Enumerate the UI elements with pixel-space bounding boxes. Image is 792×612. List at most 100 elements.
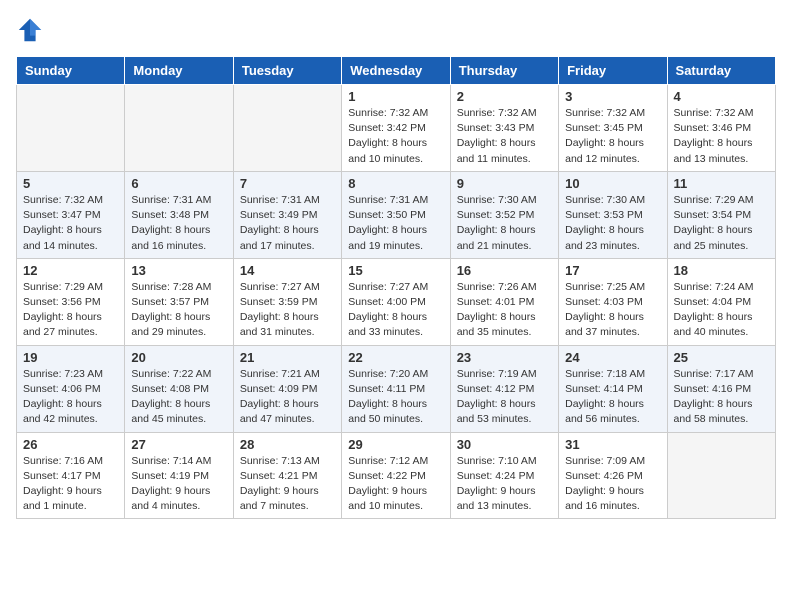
day-info: Sunrise: 7:28 AM Sunset: 3:57 PM Dayligh…: [131, 280, 226, 341]
day-number: 12: [23, 263, 118, 278]
calendar-day-cell: 1 Sunrise: 7:32 AM Sunset: 3:42 PM Daylig…: [342, 85, 450, 172]
day-number: 13: [131, 263, 226, 278]
calendar-day-cell: 6 Sunrise: 7:31 AM Sunset: 3:48 PM Daylig…: [125, 171, 233, 258]
calendar-empty-cell: [17, 85, 125, 172]
day-info: Sunrise: 7:32 AM Sunset: 3:46 PM Dayligh…: [674, 106, 769, 167]
calendar-day-cell: 14 Sunrise: 7:27 AM Sunset: 3:59 PM Dayli…: [233, 258, 341, 345]
calendar-day-cell: 11Sunrise: 7:29 AM Sunset: 3:54 PM Dayli…: [667, 171, 775, 258]
day-number: 2: [457, 89, 552, 104]
day-info: Sunrise: 7:26 AM Sunset: 4:01 PM Dayligh…: [457, 280, 552, 341]
weekday-header-tuesday: Tuesday: [233, 57, 341, 85]
calendar-day-cell: 18 Sunrise: 7:24 AM Sunset: 4:04 PM Dayli…: [667, 258, 775, 345]
day-info: Sunrise: 7:31 AM Sunset: 3:49 PM Dayligh…: [240, 193, 335, 254]
calendar-day-cell: 12Sunrise: 7:29 AM Sunset: 3:56 PM Dayli…: [17, 258, 125, 345]
day-info: Sunrise: 7:31 AM Sunset: 3:50 PM Dayligh…: [348, 193, 443, 254]
day-number: 9: [457, 176, 552, 191]
calendar-day-cell: 4 Sunrise: 7:32 AM Sunset: 3:46 PM Daylig…: [667, 85, 775, 172]
calendar-day-cell: 30Sunrise: 7:10 AM Sunset: 4:24 PM Dayli…: [450, 432, 558, 519]
day-info: Sunrise: 7:12 AM Sunset: 4:22 PM Dayligh…: [348, 454, 443, 515]
day-number: 4: [674, 89, 769, 104]
day-info: Sunrise: 7:09 AM Sunset: 4:26 PM Dayligh…: [565, 454, 660, 515]
day-number: 21: [240, 350, 335, 365]
day-info: Sunrise: 7:31 AM Sunset: 3:48 PM Dayligh…: [131, 193, 226, 254]
day-info: Sunrise: 7:19 AM Sunset: 4:12 PM Dayligh…: [457, 367, 552, 428]
calendar-day-cell: 25 Sunrise: 7:17 AM Sunset: 4:16 PM Dayli…: [667, 345, 775, 432]
day-number: 25: [674, 350, 769, 365]
day-number: 26: [23, 437, 118, 452]
day-info: Sunrise: 7:14 AM Sunset: 4:19 PM Dayligh…: [131, 454, 226, 515]
day-info: Sunrise: 7:30 AM Sunset: 3:53 PM Dayligh…: [565, 193, 660, 254]
weekday-header-thursday: Thursday: [450, 57, 558, 85]
calendar-day-cell: 7 Sunrise: 7:31 AM Sunset: 3:49 PM Daylig…: [233, 171, 341, 258]
day-number: 5: [23, 176, 118, 191]
day-number: 17: [565, 263, 660, 278]
calendar-day-cell: 5 Sunrise: 7:32 AM Sunset: 3:47 PM Daylig…: [17, 171, 125, 258]
day-info: Sunrise: 7:13 AM Sunset: 4:21 PM Dayligh…: [240, 454, 335, 515]
calendar-day-cell: 10Sunrise: 7:30 AM Sunset: 3:53 PM Dayli…: [559, 171, 667, 258]
day-info: Sunrise: 7:24 AM Sunset: 4:04 PM Dayligh…: [674, 280, 769, 341]
day-number: 30: [457, 437, 552, 452]
calendar-day-cell: 24Sunrise: 7:18 AM Sunset: 4:14 PM Dayli…: [559, 345, 667, 432]
day-number: 23: [457, 350, 552, 365]
calendar-empty-cell: [667, 432, 775, 519]
calendar-day-cell: 8 Sunrise: 7:31 AM Sunset: 3:50 PM Daylig…: [342, 171, 450, 258]
calendar-week-row: 1 Sunrise: 7:32 AM Sunset: 3:42 PM Daylig…: [17, 85, 776, 172]
calendar-table: SundayMondayTuesdayWednesdayThursdayFrid…: [16, 56, 776, 519]
day-info: Sunrise: 7:27 AM Sunset: 4:00 PM Dayligh…: [348, 280, 443, 341]
day-info: Sunrise: 7:23 AM Sunset: 4:06 PM Dayligh…: [23, 367, 118, 428]
page-header: [16, 16, 776, 44]
calendar-empty-cell: [125, 85, 233, 172]
day-info: Sunrise: 7:32 AM Sunset: 3:43 PM Dayligh…: [457, 106, 552, 167]
day-info: Sunrise: 7:32 AM Sunset: 3:45 PM Dayligh…: [565, 106, 660, 167]
calendar-day-cell: 29 Sunrise: 7:12 AM Sunset: 4:22 PM Dayli…: [342, 432, 450, 519]
day-number: 16: [457, 263, 552, 278]
calendar-week-row: 12Sunrise: 7:29 AM Sunset: 3:56 PM Dayli…: [17, 258, 776, 345]
weekday-header-friday: Friday: [559, 57, 667, 85]
day-info: Sunrise: 7:32 AM Sunset: 3:47 PM Dayligh…: [23, 193, 118, 254]
calendar-day-cell: 19 Sunrise: 7:23 AM Sunset: 4:06 PM Dayli…: [17, 345, 125, 432]
calendar-day-cell: 27 Sunrise: 7:14 AM Sunset: 4:19 PM Dayli…: [125, 432, 233, 519]
calendar-day-cell: 20 Sunrise: 7:22 AM Sunset: 4:08 PM Dayli…: [125, 345, 233, 432]
calendar-day-cell: 23 Sunrise: 7:19 AM Sunset: 4:12 PM Dayli…: [450, 345, 558, 432]
calendar-empty-cell: [233, 85, 341, 172]
day-info: Sunrise: 7:30 AM Sunset: 3:52 PM Dayligh…: [457, 193, 552, 254]
weekday-header-wednesday: Wednesday: [342, 57, 450, 85]
calendar-day-cell: 17 Sunrise: 7:25 AM Sunset: 4:03 PM Dayli…: [559, 258, 667, 345]
day-info: Sunrise: 7:27 AM Sunset: 3:59 PM Dayligh…: [240, 280, 335, 341]
day-number: 3: [565, 89, 660, 104]
day-info: Sunrise: 7:17 AM Sunset: 4:16 PM Dayligh…: [674, 367, 769, 428]
calendar-day-cell: 26Sunrise: 7:16 AM Sunset: 4:17 PM Dayli…: [17, 432, 125, 519]
calendar-day-cell: 2 Sunrise: 7:32 AM Sunset: 3:43 PM Daylig…: [450, 85, 558, 172]
day-number: 18: [674, 263, 769, 278]
day-info: Sunrise: 7:25 AM Sunset: 4:03 PM Dayligh…: [565, 280, 660, 341]
day-info: Sunrise: 7:21 AM Sunset: 4:09 PM Dayligh…: [240, 367, 335, 428]
calendar-day-cell: 31 Sunrise: 7:09 AM Sunset: 4:26 PM Dayli…: [559, 432, 667, 519]
day-number: 8: [348, 176, 443, 191]
calendar-day-cell: 16 Sunrise: 7:26 AM Sunset: 4:01 PM Dayli…: [450, 258, 558, 345]
calendar-day-cell: 9 Sunrise: 7:30 AM Sunset: 3:52 PM Daylig…: [450, 171, 558, 258]
day-number: 31: [565, 437, 660, 452]
day-info: Sunrise: 7:32 AM Sunset: 3:42 PM Dayligh…: [348, 106, 443, 167]
day-number: 28: [240, 437, 335, 452]
day-info: Sunrise: 7:18 AM Sunset: 4:14 PM Dayligh…: [565, 367, 660, 428]
day-number: 1: [348, 89, 443, 104]
logo: [16, 16, 48, 44]
day-number: 11: [674, 176, 769, 191]
calendar-week-row: 19 Sunrise: 7:23 AM Sunset: 4:06 PM Dayli…: [17, 345, 776, 432]
logo-icon: [16, 16, 44, 44]
day-info: Sunrise: 7:22 AM Sunset: 4:08 PM Dayligh…: [131, 367, 226, 428]
day-number: 19: [23, 350, 118, 365]
calendar-day-cell: 3 Sunrise: 7:32 AM Sunset: 3:45 PM Daylig…: [559, 85, 667, 172]
day-number: 20: [131, 350, 226, 365]
calendar-day-cell: 28 Sunrise: 7:13 AM Sunset: 4:21 PM Dayli…: [233, 432, 341, 519]
weekday-header-sunday: Sunday: [17, 57, 125, 85]
day-number: 27: [131, 437, 226, 452]
day-number: 7: [240, 176, 335, 191]
weekday-header-row: SundayMondayTuesdayWednesdayThursdayFrid…: [17, 57, 776, 85]
day-number: 6: [131, 176, 226, 191]
day-info: Sunrise: 7:20 AM Sunset: 4:11 PM Dayligh…: [348, 367, 443, 428]
day-number: 15: [348, 263, 443, 278]
day-number: 29: [348, 437, 443, 452]
weekday-header-saturday: Saturday: [667, 57, 775, 85]
day-number: 14: [240, 263, 335, 278]
